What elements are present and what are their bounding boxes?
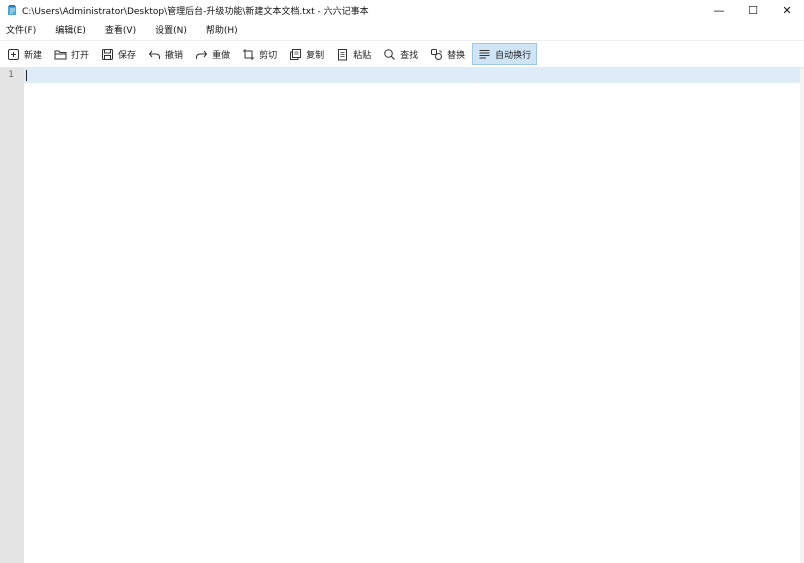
folder-icon [54,50,67,59]
new-button-label: 新建 [24,50,43,61]
paste-button-label: 粘贴 [353,50,372,61]
replace-icon [431,48,443,60]
find-button-label: 查找 [400,50,419,61]
title-bar: C:\Users\Administrator\Desktop\管理后台-升级功能… [0,0,804,20]
editor-area[interactable]: 1 [0,68,804,563]
redo-button-label: 重做 [212,50,231,61]
cut-button-label: 剪切 [259,50,278,61]
search-icon [384,48,396,60]
save-icon [102,48,114,60]
maximize-button[interactable]: ☐ [736,0,770,20]
paste-button[interactable]: 粘贴 [331,43,376,65]
menu-view[interactable]: 查看(V) [105,23,136,36]
cut-button[interactable]: 剪切 [237,43,282,65]
line-number: 1 [8,70,14,80]
cut-icon [243,48,255,60]
vertical-scrollbar[interactable] [800,68,804,563]
copy-button[interactable]: 复制 [284,43,329,65]
close-button[interactable]: ✕ [770,0,804,20]
new-file-icon [8,48,19,60]
copy-icon [290,48,302,60]
word-wrap-button[interactable]: 自动换行 [472,43,538,65]
undo-button-label: 撤销 [165,50,184,61]
menu-help[interactable]: 帮助(H) [206,23,238,36]
copy-button-label: 复制 [306,50,325,61]
toolbar: 新建 打开 保存 撤销 重做 剪切 复制 粘贴 查找 替换 自动换行 [0,40,804,68]
find-button[interactable]: 查找 [378,43,423,65]
save-button-label: 保存 [118,50,137,61]
word-wrap-button-label: 自动换行 [495,50,532,61]
window-title: C:\Users\Administrator\Desktop\管理后台-升级功能… [22,6,369,17]
notepad-app-icon [8,5,16,15]
paste-icon [338,48,348,60]
menu-edit[interactable]: 编辑(E) [55,23,86,36]
current-line-highlight [24,68,800,83]
minimize-button[interactable]: — [702,0,736,20]
window-controls: — ☐ ✕ [702,0,804,20]
open-button-label: 打开 [71,50,90,61]
text-caret [26,70,27,81]
menu-settings[interactable]: 设置(N) [155,23,187,36]
new-button[interactable]: 新建 [2,43,47,65]
wrap-icon [479,49,490,58]
redo-button[interactable]: 重做 [190,43,235,65]
replace-button-label: 替换 [447,50,466,61]
menu-bar: 文件(F) 编辑(E) 查看(V) 设置(N) 帮助(H) [0,20,804,39]
undo-button[interactable]: 撤销 [143,43,188,65]
save-button[interactable]: 保存 [96,43,141,65]
replace-button[interactable]: 替换 [425,43,470,65]
redo-icon [196,50,208,59]
undo-icon [148,50,161,59]
line-number-gutter: 1 [0,68,24,563]
menu-file[interactable]: 文件(F) [6,23,36,36]
open-button[interactable]: 打开 [49,43,94,65]
